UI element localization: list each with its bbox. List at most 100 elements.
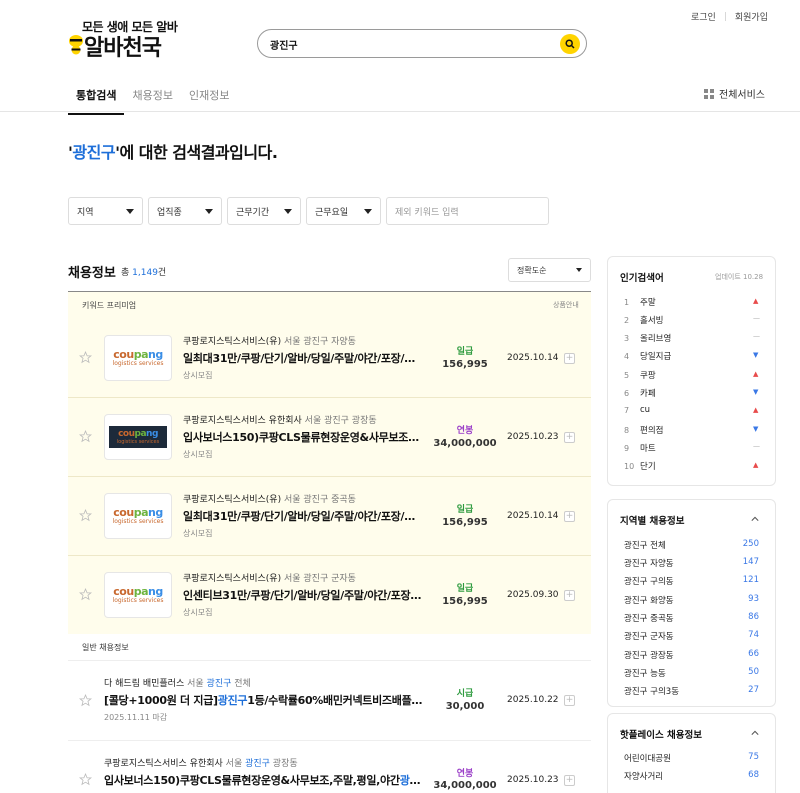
popular-updated: 업데이트 10.28 (715, 273, 764, 281)
star-icon[interactable] (79, 773, 92, 786)
region-item[interactable]: 광진구 자양동 147 (624, 557, 759, 569)
sort-select[interactable]: 정확도순 (508, 258, 591, 282)
exclude-keyword-placeholder: 제외 키워드 입력 (395, 207, 459, 218)
grid-icon (704, 88, 714, 99)
star-icon[interactable] (79, 588, 92, 601)
job-title[interactable]: 입사보너스150)쿠팡CLS물류현장운영&사무보조,주... (183, 429, 423, 445)
job-title[interactable]: 입사보너스150)쿠팡CLS물류현장운영&사무보조,주말,평일,야간광진구... (104, 772, 426, 788)
region-item[interactable]: 광진구 전체 250 (624, 539, 759, 551)
popular-item[interactable]: 6 카페 (624, 387, 656, 400)
trend-same-icon: — (753, 332, 760, 340)
chevron-up-icon[interactable] (751, 515, 759, 523)
sort-label: 정확도순 (517, 265, 547, 275)
region-item[interactable]: 광진구 능동 50 (624, 667, 759, 679)
pay-type: 연봉 (456, 426, 474, 436)
search-input[interactable] (270, 36, 530, 52)
popular-item[interactable]: 7 cu (624, 405, 650, 415)
all-services-button[interactable]: 전체서비스 (704, 86, 765, 101)
posted-date: 2025.10.23 (507, 432, 559, 442)
job-deadline: 2025.11.11 마감 (104, 713, 168, 722)
period-filter-label: 근무기간 (236, 207, 270, 218)
signup-link[interactable]: 회원가입 (735, 10, 768, 23)
region-item[interactable]: 광진구 광장동 66 (624, 649, 759, 661)
posted-date: 2025.10.14 (507, 511, 559, 521)
days-filter-label: 근무요일 (315, 207, 349, 218)
job-type-filter-label: 업직종 (157, 207, 182, 218)
pay-type: 일급 (456, 347, 474, 357)
exclude-keyword-input[interactable]: 제외 키워드 입력 (386, 197, 549, 225)
popular-item[interactable]: 4 당일지급 (624, 350, 671, 363)
hotplace-item[interactable]: 어린이대공원 75 (624, 752, 759, 764)
trend-down-icon: ▼ (753, 425, 759, 433)
job-title[interactable]: [콜당+1000원 더 지급]광진구1등/수락률60%배민커넥트비즈배플배민..… (104, 692, 426, 708)
days-filter[interactable]: 근무요일 (306, 197, 381, 225)
pay-type: 시급 (456, 689, 474, 699)
star-icon[interactable] (79, 694, 92, 707)
trend-up-icon: ▲ (753, 297, 759, 305)
premium-guide-link[interactable]: 상품안내 (553, 300, 579, 310)
regional-title: 지역별 채용정보 (620, 516, 685, 527)
job-deadline: 상시모집 (183, 450, 213, 459)
result-text: '에 대한 검색결과입니다. (115, 143, 278, 162)
company-name: 다 해드림 배민플러스 서울 광진구 전체 (104, 679, 251, 689)
tabs-divider (0, 111, 800, 112)
pay-type: 일급 (456, 584, 474, 594)
caret-down-icon (126, 208, 134, 214)
popular-item[interactable]: 9 마트 (624, 442, 656, 455)
trend-down-icon: ▼ (753, 388, 759, 396)
star-icon[interactable] (79, 509, 92, 522)
hotplace-title: 핫플레이스 채용정보 (620, 730, 702, 741)
add-button[interactable]: + (564, 590, 575, 601)
logo-wordmark[interactable]: 알바천국 (84, 30, 162, 62)
count-suffix: 건 (157, 268, 167, 278)
search-button[interactable] (560, 34, 580, 54)
region-item[interactable]: 광진구 구의3동 27 (624, 685, 759, 697)
hotplace-item[interactable]: 자양사거리 68 (624, 770, 759, 782)
star-icon[interactable] (79, 430, 92, 443)
popular-item[interactable]: 10 단기 (624, 460, 656, 473)
jobs-count: 총 1,149건 (121, 265, 166, 278)
add-button[interactable]: + (564, 775, 575, 786)
period-filter[interactable]: 근무기간 (227, 197, 301, 225)
posted-date: 2025.10.23 (507, 775, 559, 785)
trend-down-icon: ▼ (753, 351, 759, 359)
job-type-filter[interactable]: 업직종 (148, 197, 222, 225)
add-button[interactable]: + (564, 511, 575, 522)
job-title[interactable]: 일최대31만/쿠팡/단기/알바/당일/주말/야간/포장/주... (183, 350, 423, 366)
region-item[interactable]: 광진구 군자동 74 (624, 630, 759, 642)
popular-item[interactable]: 8 편의점 (624, 424, 663, 437)
job-title[interactable]: 일최대31만/쿠팡/단기/알바/당일/주말/야간/포장/주... (183, 508, 423, 524)
region-filter[interactable]: 지역 (68, 197, 143, 225)
company-name: 쿠팡로지스틱스서비스 유한회사 서울 광진구 광장동 (183, 416, 377, 426)
region-item[interactable]: 광진구 구의동 121 (624, 575, 759, 587)
pay-type: 일급 (456, 505, 474, 515)
popular-item[interactable]: 5 쿠팡 (624, 369, 656, 382)
company-name: 쿠팡로지스틱스서비스(유) 서울 광진구 군자동 (183, 574, 356, 584)
trend-same-icon: — (753, 314, 760, 322)
region-item[interactable]: 광진구 중곡동 86 (624, 612, 759, 624)
add-button[interactable]: + (564, 353, 575, 364)
popular-item[interactable]: 2 홀서빙 (624, 314, 663, 327)
popular-item[interactable]: 1 주말 (624, 296, 656, 309)
pay-amount: 156,995 (442, 359, 488, 370)
job-deadline: 상시모집 (183, 371, 213, 380)
star-icon[interactable] (79, 351, 92, 364)
chevron-up-icon[interactable] (751, 729, 759, 737)
company-name: 쿠팡로지스틱스서비스(유) 서울 광진구 자양동 (183, 337, 356, 347)
all-services-label: 전체서비스 (719, 90, 765, 101)
search-box[interactable] (257, 29, 587, 58)
popular-item[interactable]: 3 올리브영 (624, 332, 671, 345)
result-heading: '광진구'에 대한 검색결과입니다. (68, 139, 278, 163)
add-button[interactable]: + (564, 695, 575, 706)
logo-subtext: logistics services (112, 517, 164, 525)
add-button[interactable]: + (564, 432, 575, 443)
company-logo: coupang logistics services (104, 335, 172, 381)
login-link[interactable]: 로그인 (691, 10, 716, 23)
region-item[interactable]: 광진구 화양동 93 (624, 594, 759, 606)
trend-same-icon: — (753, 442, 760, 450)
pay-amount: 156,995 (442, 517, 488, 528)
premium-label: 키워드 프리미엄 (82, 301, 137, 310)
count-value: 1,149 (132, 268, 158, 278)
bee-logo-icon (69, 35, 83, 55)
job-title[interactable]: 인센티브31만/쿠팡/단기/알바/당일/주말/야간/포장/... (183, 587, 423, 603)
